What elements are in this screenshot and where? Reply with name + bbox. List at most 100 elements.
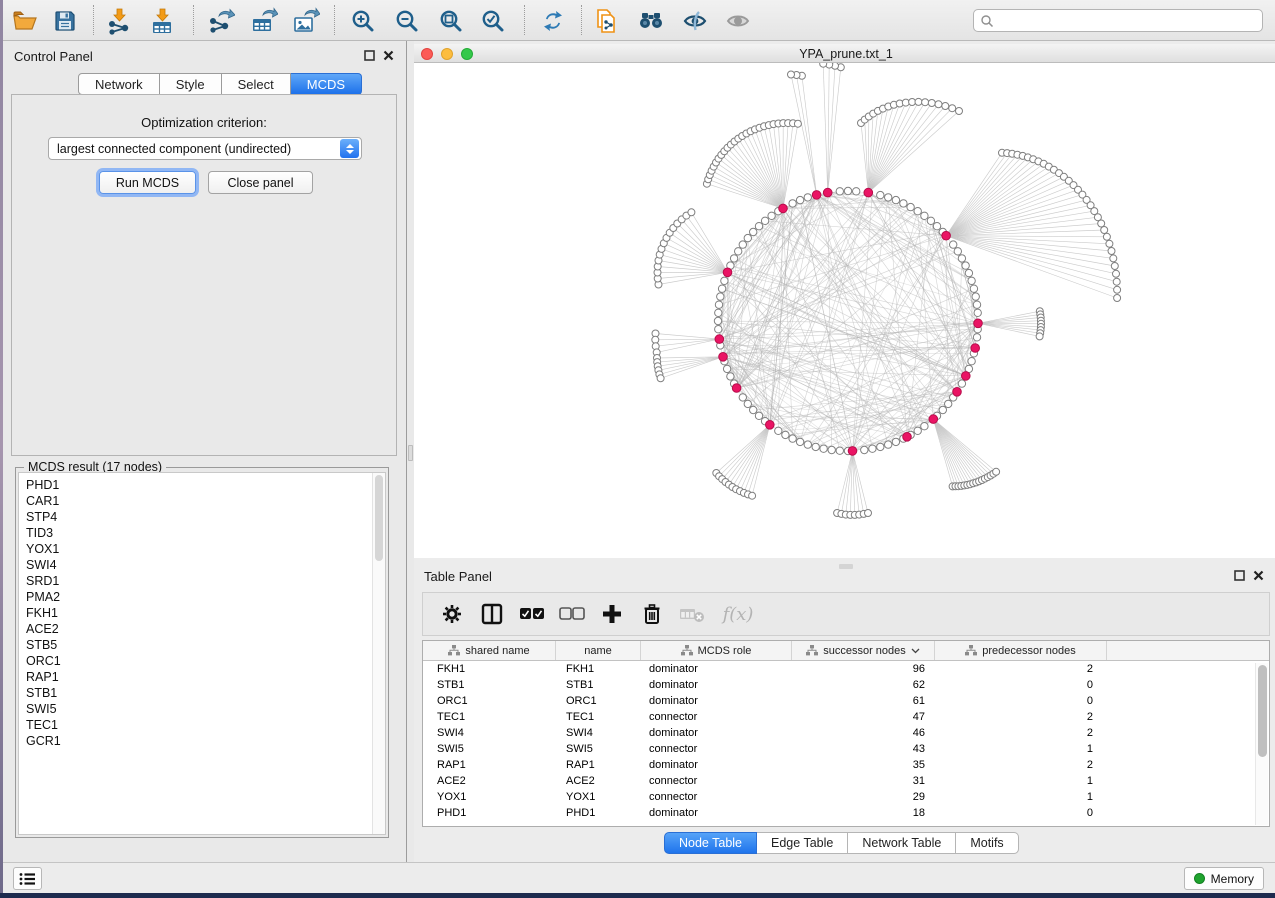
close-table-panel-icon[interactable] bbox=[1253, 570, 1264, 581]
mcds-result-item[interactable]: SWI4 bbox=[26, 557, 385, 573]
vertical-splitter[interactable] bbox=[407, 41, 414, 862]
network-node[interactable] bbox=[828, 446, 835, 453]
network-leaf-node[interactable] bbox=[1106, 240, 1113, 247]
mcds-hub-node[interactable] bbox=[732, 384, 741, 393]
table-row[interactable]: STB1STB1dominator620 bbox=[423, 677, 1269, 693]
network-leaf-node[interactable] bbox=[942, 103, 949, 110]
network-leaf-node[interactable] bbox=[1036, 333, 1043, 340]
network-node[interactable] bbox=[921, 212, 928, 219]
column-header-shared-name[interactable]: shared name bbox=[423, 641, 556, 660]
criterion-dropdown[interactable]: largest connected component (undirected) bbox=[48, 137, 362, 160]
add-row-button[interactable] bbox=[595, 599, 629, 629]
network-node[interactable] bbox=[877, 191, 884, 198]
network-node[interactable] bbox=[744, 234, 751, 241]
network-node[interactable] bbox=[844, 187, 851, 194]
tab-network-table[interactable]: Network Table bbox=[848, 832, 956, 854]
zoom-selected-button[interactable] bbox=[479, 7, 507, 35]
network-node[interactable] bbox=[727, 373, 734, 380]
search-input[interactable] bbox=[994, 11, 1262, 30]
network-node[interactable] bbox=[836, 447, 843, 454]
import-table-button[interactable] bbox=[148, 7, 176, 35]
mcds-result-item[interactable]: ACE2 bbox=[26, 621, 385, 637]
network-node[interactable] bbox=[973, 334, 980, 341]
network-node[interactable] bbox=[768, 212, 775, 219]
close-panel-button[interactable]: Close panel bbox=[208, 171, 313, 194]
network-leaf-node[interactable] bbox=[922, 99, 929, 106]
table-settings-button[interactable] bbox=[435, 599, 469, 629]
mcds-hub-node[interactable] bbox=[812, 191, 821, 200]
new-network-from-selection-button[interactable] bbox=[593, 7, 621, 35]
network-node[interactable] bbox=[939, 406, 946, 413]
export-network-button[interactable] bbox=[207, 7, 235, 35]
network-node[interactable] bbox=[739, 394, 746, 401]
network-node[interactable] bbox=[965, 269, 972, 276]
mcds-result-item[interactable]: RAP1 bbox=[26, 669, 385, 685]
mcds-hub-node[interactable] bbox=[929, 415, 938, 424]
network-node[interactable] bbox=[761, 217, 768, 224]
close-panel-icon[interactable] bbox=[383, 50, 394, 61]
network-leaf-node[interactable] bbox=[949, 105, 956, 112]
network-canvas[interactable] bbox=[414, 63, 1275, 558]
mcds-result-item[interactable]: STP4 bbox=[26, 509, 385, 525]
network-node[interactable] bbox=[900, 200, 907, 207]
run-mcds-button[interactable]: Run MCDS bbox=[99, 171, 196, 194]
mcds-hub-node[interactable] bbox=[903, 433, 912, 442]
mcds-result-item[interactable]: STB1 bbox=[26, 685, 385, 701]
network-leaf-node[interactable] bbox=[1113, 270, 1120, 277]
open-file-button[interactable] bbox=[11, 7, 39, 35]
network-node[interactable] bbox=[950, 241, 957, 248]
mcds-result-item[interactable]: TEC1 bbox=[26, 717, 385, 733]
save-session-button[interactable] bbox=[51, 7, 79, 35]
network-leaf-node[interactable] bbox=[688, 209, 695, 216]
network-leaf-node[interactable] bbox=[915, 98, 922, 105]
memory-button[interactable]: Memory bbox=[1184, 867, 1264, 890]
table-scrollbar[interactable] bbox=[1255, 663, 1268, 825]
mcds-result-item[interactable]: YOX1 bbox=[26, 541, 385, 557]
network-node[interactable] bbox=[782, 431, 789, 438]
network-leaf-node[interactable] bbox=[1101, 227, 1108, 234]
network-node[interactable] bbox=[750, 228, 757, 235]
table-row[interactable]: SWI4SWI4dominator462 bbox=[423, 725, 1269, 741]
mcds-hub-node[interactable] bbox=[971, 344, 980, 353]
column-header-MCDS-role[interactable]: MCDS role bbox=[641, 641, 792, 660]
network-node[interactable] bbox=[892, 196, 899, 203]
show-columns-button[interactable] bbox=[475, 599, 509, 629]
tab-node-table[interactable]: Node Table bbox=[664, 832, 757, 854]
network-node[interactable] bbox=[885, 194, 892, 201]
network-leaf-node[interactable] bbox=[657, 375, 664, 382]
table-row[interactable]: RAP1RAP1dominator352 bbox=[423, 757, 1269, 773]
mcds-hub-node[interactable] bbox=[779, 204, 788, 213]
splitter-grip[interactable] bbox=[408, 445, 413, 461]
network-leaf-node[interactable] bbox=[865, 510, 872, 517]
minimize-window-traffic-light[interactable] bbox=[441, 48, 453, 60]
network-leaf-node[interactable] bbox=[1114, 286, 1121, 293]
network-node[interactable] bbox=[954, 248, 961, 255]
mcds-hub-node[interactable] bbox=[715, 335, 724, 344]
first-neighbors-button[interactable] bbox=[637, 7, 665, 35]
network-window-titlebar[interactable]: YPA_prune.txt_1 bbox=[414, 44, 1275, 63]
network-node[interactable] bbox=[812, 443, 819, 450]
delete-row-button[interactable] bbox=[635, 599, 669, 629]
mcds-hub-node[interactable] bbox=[823, 188, 832, 197]
export-table-button[interactable] bbox=[250, 7, 278, 35]
table-row[interactable]: PHD1PHD1dominator180 bbox=[423, 805, 1269, 821]
mcds-result-item[interactable]: TID3 bbox=[26, 525, 385, 541]
network-node[interactable] bbox=[927, 217, 934, 224]
network-node[interactable] bbox=[958, 255, 965, 262]
tab-style[interactable]: Style bbox=[160, 73, 222, 95]
network-node[interactable] bbox=[914, 208, 921, 215]
mcds-hub-node[interactable] bbox=[974, 319, 983, 328]
network-node[interactable] bbox=[972, 293, 979, 300]
network-node[interactable] bbox=[968, 277, 975, 284]
mcds-result-item[interactable]: CAR1 bbox=[26, 493, 385, 509]
network-node[interactable] bbox=[921, 423, 928, 430]
zoom-fit-button[interactable] bbox=[437, 7, 465, 35]
network-node[interactable] bbox=[789, 435, 796, 442]
network-leaf-node[interactable] bbox=[749, 492, 756, 499]
column-header-successor-nodes[interactable]: successor nodes bbox=[792, 641, 935, 660]
network-node[interactable] bbox=[715, 326, 722, 333]
refresh-view-button[interactable] bbox=[539, 7, 567, 35]
zoom-window-traffic-light[interactable] bbox=[461, 48, 473, 60]
network-node[interactable] bbox=[789, 200, 796, 207]
network-node[interactable] bbox=[755, 412, 762, 419]
